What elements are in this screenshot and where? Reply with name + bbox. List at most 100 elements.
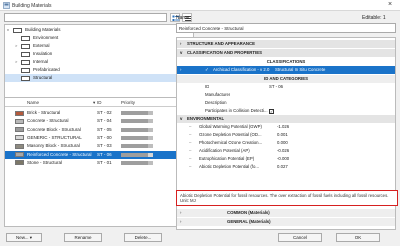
priority-fill (121, 160, 149, 165)
material-row[interactable]: Masonry Block - Structural ST - 03 (5, 142, 193, 150)
property-value[interactable]: -1.026 (277, 123, 289, 131)
tree-item[interactable]: Prefabricated (5, 66, 193, 74)
priority-bar[interactable] (121, 119, 153, 124)
folder-icon (21, 51, 30, 57)
env-property-row[interactable]: – Acidification Potential (AP) -0.026 (177, 147, 395, 155)
tree-item[interactable]: Insulation (5, 50, 193, 58)
env-property-row[interactable]: – Eutrophication Potential (EP) -0.000 (177, 155, 395, 163)
close-icon[interactable]: × (388, 1, 392, 8)
material-id: ST - 06 (97, 151, 112, 157)
chevron-down-icon[interactable]: v (180, 115, 182, 123)
section-title: GENERAL (Materials) (227, 219, 271, 224)
column-header-id[interactable]: ID (97, 98, 102, 107)
env-property-row[interactable]: – Photochemical Ozone Creation... 0.000 (177, 139, 395, 147)
material-row[interactable]: Concrete Block - Structural ST - 05 (5, 126, 193, 134)
property-key: ID (205, 84, 210, 89)
archicad-classification-row[interactable]: › ✓ Archicad Classification - v 2.0 Stru… (177, 66, 395, 74)
material-name-field[interactable]: Reinforced Concrete - Structural (176, 23, 396, 33)
section-common-materials[interactable]: › COMMON (Materials) (177, 209, 395, 217)
property-value[interactable]: -0.026 (277, 147, 289, 155)
material-name: Masonry Block - Structural (27, 143, 80, 149)
folder-icon (21, 59, 30, 65)
priority-fill (121, 111, 149, 115)
material-name: Concrete - Structural (27, 118, 69, 124)
chevron-right-icon[interactable]: > (15, 58, 17, 66)
property-value[interactable]: 0.000 (277, 139, 288, 147)
chevron-right-icon[interactable]: › (180, 66, 181, 74)
section-environmental[interactable]: v ENVIRONMENTAL (177, 115, 395, 123)
tree-item[interactable]: > External (5, 42, 193, 50)
rename-button[interactable]: Rename (64, 233, 102, 242)
chevron-down-icon[interactable]: v (180, 49, 182, 57)
property-value[interactable]: Structural In Situ Concrete (275, 66, 325, 74)
chevron-down-icon[interactable]: v (7, 26, 9, 34)
collision-checkbox[interactable]: ✓ (269, 108, 274, 114)
property-row[interactable]: ID ST - 06 (177, 83, 395, 91)
tree-root-label: Building Materials (25, 27, 61, 32)
env-property-row[interactable]: – Abiotic Depletion Potential (fo... 0.0… (177, 163, 395, 171)
env-property-row[interactable]: – Global Warming Potential (GWP) -1.026 (177, 123, 395, 131)
property-value[interactable]: -0.000 (277, 155, 289, 163)
chevron-right-icon[interactable]: › (180, 209, 181, 217)
material-row[interactable]: Stone - Structural ST - 01 (5, 159, 193, 167)
tree-item[interactable]: > Internal (5, 58, 193, 66)
property-value[interactable]: ST - 06 (269, 83, 283, 91)
env-property-row[interactable]: – Ozone Depletion Potential (OD... 0.001 (177, 131, 395, 139)
tree-item[interactable]: Environment (5, 34, 193, 42)
material-id: ST - 04 (97, 118, 112, 124)
material-row[interactable]: Brick - Structural ST - 02 (5, 109, 193, 117)
property-row[interactable]: Description (177, 99, 395, 107)
material-id: ST - 05 (97, 126, 112, 132)
property-row[interactable]: Participates in Collision Detecti... ✓ (177, 107, 395, 115)
tree-item-selected[interactable]: Structural (5, 74, 193, 82)
delete-button[interactable]: Delete... (124, 233, 162, 242)
section-general-materials[interactable]: › GENERAL (Materials) (177, 218, 395, 226)
ok-button[interactable]: OK (336, 233, 380, 242)
material-swatch-icon (15, 143, 24, 149)
material-name: Stone - Structural (27, 159, 63, 165)
property-value[interactable]: 0.001 (277, 131, 288, 139)
section-structure-appearance[interactable]: › STRUCTURE AND APPEARANCE (177, 40, 395, 48)
material-name: Brick - Structural (27, 110, 61, 115)
app-icon (3, 2, 10, 9)
priority-bar[interactable] (121, 152, 153, 157)
property-value[interactable]: 0.027 (277, 163, 288, 171)
dash-icon: – (189, 140, 192, 145)
priority-bar[interactable] (121, 127, 153, 132)
material-row[interactable]: Reinforced Concrete - Structural ST - 06 (5, 150, 193, 159)
priority-fill (121, 127, 149, 132)
priority-bar[interactable] (121, 111, 153, 115)
chevron-right-icon[interactable]: > (15, 42, 17, 50)
material-swatch-icon (15, 135, 24, 141)
property-row[interactable]: Manufacturer (177, 91, 395, 99)
chevron-right-icon[interactable]: › (180, 218, 181, 226)
priority-bar[interactable] (121, 135, 153, 140)
new-button[interactable]: New... ▾ (6, 233, 42, 242)
tree-root[interactable]: v Building Materials (5, 26, 193, 34)
material-swatch-icon (15, 160, 24, 166)
property-tooltip: Abiotic Depletion Potential for fossil r… (176, 190, 398, 206)
material-row[interactable]: Concrete - Structural ST - 04 (5, 117, 193, 125)
chevron-right-icon[interactable]: › (180, 40, 181, 48)
material-swatch-icon (15, 110, 24, 116)
column-header-priority[interactable]: Priority (121, 98, 135, 107)
column-header-name[interactable]: Name (27, 98, 39, 107)
dash-icon: – (189, 156, 192, 161)
material-id: ST - 01 (97, 159, 112, 165)
section-title: STRUCTURE AND APPEARANCE (187, 41, 255, 46)
tree-item-label: Insulation (33, 51, 53, 56)
tree-item-label: Environment (33, 35, 59, 40)
priority-fill (121, 144, 149, 149)
id-categories-group[interactable]: ID AND CATEGORIES (177, 75, 395, 83)
cancel-button[interactable]: Cancel (278, 233, 322, 242)
dash-icon: – (189, 124, 192, 129)
property-key: Ozone Depletion Potential (OD... (199, 132, 262, 137)
folder-icon (21, 43, 30, 49)
priority-bar[interactable] (121, 160, 153, 165)
priority-bar[interactable] (121, 144, 153, 149)
folder-icon (21, 67, 30, 73)
material-row[interactable]: GENERIC - STRUCTURAL ST - 00 (5, 134, 193, 142)
section-classification-properties[interactable]: v CLASSIFICATION AND PROPERTIES (177, 49, 395, 57)
search-input[interactable] (4, 13, 167, 22)
property-key: Manufacturer (205, 92, 231, 97)
